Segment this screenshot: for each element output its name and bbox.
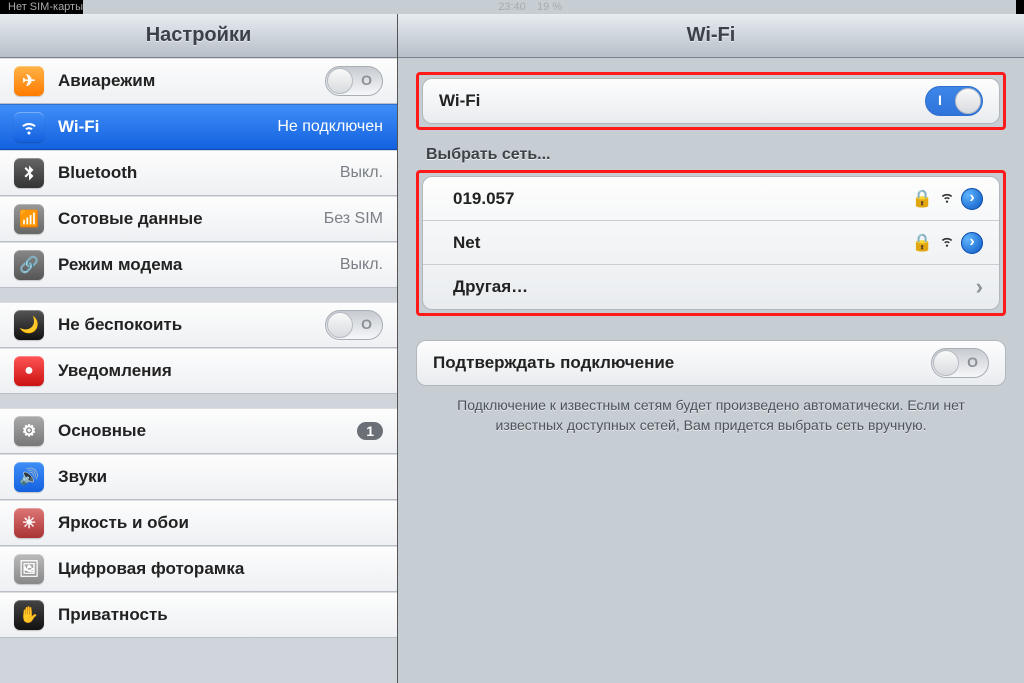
wifi-signal-icon [939, 233, 955, 253]
sidebar-item-wifi[interactable]: Wi-Fi Не подключен [0, 104, 397, 150]
sidebar-item-general[interactable]: ⚙ Основные 1 [0, 408, 397, 454]
sidebar-label: Яркость и обои [58, 513, 383, 533]
sidebar-label: Режим модема [58, 255, 340, 275]
airplane-icon: ✈ [14, 66, 44, 96]
sidebar-label: Bluetooth [58, 163, 340, 183]
detail-title: Wi-Fi [398, 14, 1024, 58]
network-row[interactable]: Net 🔒 [423, 221, 999, 265]
ask-to-join-label: Подтверждать подключение [433, 353, 931, 373]
annotation-highlight-1: Wi-Fi I [416, 72, 1006, 130]
other-network-row[interactable]: Другая… › [423, 265, 999, 309]
frame-icon: 🖼 [14, 554, 44, 584]
sidebar-title: Настройки [0, 14, 397, 58]
sidebar-item-cellular[interactable]: 📶 Сотовые данные Без SIM [0, 196, 397, 242]
sounds-icon: 🔊 [14, 462, 44, 492]
sidebar-label: Приватность [58, 605, 383, 625]
ask-to-join-toggle[interactable]: O [931, 348, 989, 378]
sidebar-item-brightness[interactable]: ☀ Яркость и обои [0, 500, 397, 546]
wifi-icon [14, 112, 44, 142]
device-frame: Нет SIM-карты 23:40 🔒 19 % ▮ Настройки ✈… [0, 0, 1024, 683]
ask-to-join-row[interactable]: Подтверждать подключение O [417, 341, 1005, 385]
detail-pane: Wi-Fi Wi-Fi I Выбрать сеть... [398, 14, 1024, 683]
bluetooth-icon [14, 158, 44, 188]
sidebar-status: Не подключен [277, 118, 383, 136]
status-bar: Нет SIM-карты 23:40 🔒 19 % ▮ [0, 0, 1024, 14]
network-details-button[interactable] [961, 232, 983, 254]
choose-network-title: Выбрать сеть... [426, 146, 996, 164]
wifi-master-row[interactable]: Wi-Fi I [423, 79, 999, 123]
settings-sidebar: Настройки ✈ Авиарежим O Wi-Fi Не подключ… [0, 14, 398, 683]
sidebar-label: Основные [58, 421, 357, 441]
sidebar-status: Выкл. [340, 164, 383, 182]
hotspot-icon: 🔗 [14, 250, 44, 280]
sidebar-status: Выкл. [340, 256, 383, 274]
sidebar-item-privacy[interactable]: ✋ Приватность [0, 592, 397, 638]
general-icon: ⚙ [14, 416, 44, 446]
wifi-toggle[interactable]: I [925, 86, 983, 116]
status-battery: 19 % [537, 1, 562, 13]
sidebar-item-airplane[interactable]: ✈ Авиарежим O [0, 58, 397, 104]
sidebar-item-sounds[interactable]: 🔊 Звуки [0, 454, 397, 500]
privacy-icon: ✋ [14, 600, 44, 630]
sidebar-label: Цифровая фоторамка [58, 559, 383, 579]
annotation-highlight-2: 019.057 🔒 Net [416, 170, 1006, 316]
status-carrier: Нет SIM-карты [8, 1, 83, 13]
general-badge: 1 [357, 422, 383, 440]
ask-to-join-footnote: Подключение к известным сетям будет прои… [416, 386, 1006, 445]
sidebar-label: Уведомления [58, 361, 383, 381]
cellular-icon: 📶 [14, 204, 44, 234]
sidebar-label: Авиарежим [58, 71, 325, 91]
network-row[interactable]: 019.057 🔒 [423, 177, 999, 221]
dnd-toggle[interactable]: O [325, 310, 383, 340]
sidebar-label: Звуки [58, 467, 383, 487]
brightness-icon: ☀ [14, 508, 44, 538]
lock-icon: 🔒 [912, 189, 933, 209]
sidebar-item-bluetooth[interactable]: Bluetooth Выкл. [0, 150, 397, 196]
notifications-icon: ● [14, 356, 44, 386]
network-name: 019.057 [439, 189, 912, 209]
sidebar-status: Без SIM [324, 210, 383, 228]
network-details-button[interactable] [961, 188, 983, 210]
status-time: 23:40 [498, 1, 526, 13]
chevron-right-icon: › [976, 274, 983, 300]
other-network-label: Другая… [439, 277, 976, 297]
sidebar-label: Не беспокоить [58, 315, 325, 335]
sidebar-label: Сотовые данные [58, 209, 324, 229]
sidebar-item-frame[interactable]: 🖼 Цифровая фоторамка [0, 546, 397, 592]
airplane-toggle[interactable]: O [325, 66, 383, 96]
wifi-master-label: Wi-Fi [439, 91, 925, 111]
sidebar-label: Wi-Fi [58, 117, 277, 137]
sidebar-item-notifications[interactable]: ● Уведомления [0, 348, 397, 394]
lock-icon: 🔒 [912, 233, 933, 253]
dnd-icon: 🌙 [14, 310, 44, 340]
sidebar-item-dnd[interactable]: 🌙 Не беспокоить O [0, 302, 397, 348]
sidebar-item-hotspot[interactable]: 🔗 Режим модема Выкл. [0, 242, 397, 288]
network-name: Net [439, 233, 912, 253]
wifi-signal-icon [939, 189, 955, 209]
